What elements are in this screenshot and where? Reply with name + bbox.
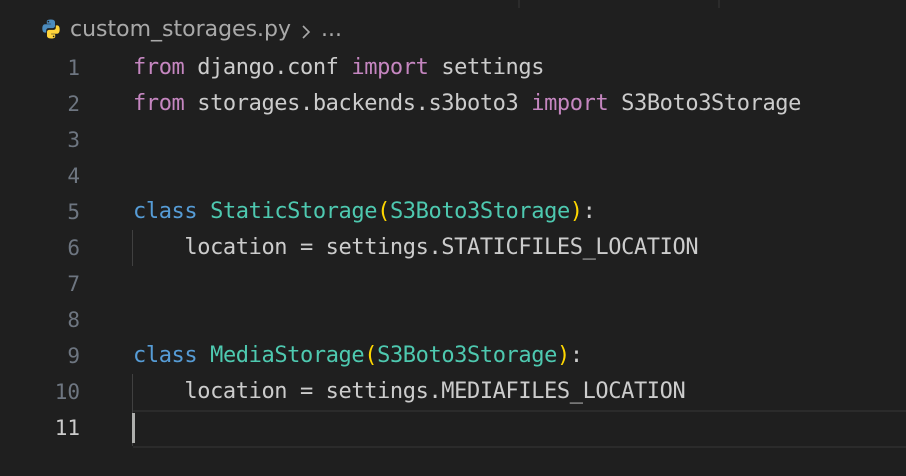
line-number: 2 <box>67 92 80 116</box>
code-editor[interactable]: custom_storages.py ... 1 from django.conf… <box>0 0 906 476</box>
code-token: ( <box>364 343 378 368</box>
code-token: StaticStorage <box>210 199 378 224</box>
code-token: S3Boto3Storage <box>389 199 570 224</box>
line-number: 5 <box>67 200 80 224</box>
code-lines[interactable]: 1 from django.conf import settings 2 from s… <box>0 50 906 448</box>
code-line[interactable]: 5 class StaticStorage(S3Boto3Storage): <box>0 194 906 230</box>
line-number: 9 <box>67 344 80 368</box>
code-line[interactable]: 8 <box>0 302 906 338</box>
code-token: : <box>569 343 583 368</box>
code-token: ) <box>556 343 570 368</box>
code-text[interactable]: from django.conf import settings <box>133 50 544 86</box>
code-token: import <box>531 91 609 116</box>
current-line-highlight <box>133 410 906 448</box>
code-token: from <box>133 91 185 116</box>
code-text[interactable]: from storages.backends.s3boto3 import S3… <box>133 86 801 122</box>
code-line[interactable]: 9 class MediaStorage(S3Boto3Storage): <box>0 338 906 374</box>
code-token: location = settings.MEDIAFILES_LOCATION <box>133 379 686 404</box>
chevron-right-icon <box>299 21 313 39</box>
code-token: : <box>582 199 596 224</box>
code-text[interactable]: location = settings.MEDIAFILES_LOCATION <box>133 374 685 410</box>
code-token: import <box>351 55 429 80</box>
code-line[interactable]: 7 <box>0 266 906 302</box>
line-number: 3 <box>67 128 80 152</box>
code-token: class <box>133 199 198 224</box>
breadcrumb-more[interactable]: ... <box>321 17 342 42</box>
line-number: 1 <box>67 56 80 80</box>
text-cursor <box>132 413 135 443</box>
code-token: django.conf <box>184 55 352 80</box>
code-text[interactable]: location = settings.STATICFILES_LOCATION <box>133 230 698 266</box>
python-icon <box>40 18 62 40</box>
code-token: S3Boto3Storage <box>608 91 801 116</box>
line-number: 8 <box>67 308 80 332</box>
code-line[interactable]: 4 <box>0 158 906 194</box>
code-token: S3Boto3Storage <box>377 343 557 368</box>
code-token: MediaStorage <box>210 343 365 368</box>
tab-divider <box>518 0 520 8</box>
code-text[interactable]: class MediaStorage(S3Boto3Storage): <box>133 338 583 374</box>
code-text[interactable]: class StaticStorage(S3Boto3Storage): <box>133 194 596 230</box>
code-line[interactable]: 10 location = settings.MEDIAFILES_LOCATI… <box>0 374 906 410</box>
breadcrumb: custom_storages.py ... <box>40 14 342 44</box>
code-line[interactable]: 11 <box>0 410 906 448</box>
tab-divider <box>718 0 720 8</box>
breadcrumb-file-name[interactable]: custom_storages.py <box>70 17 291 42</box>
line-number: 7 <box>67 272 80 296</box>
line-number: 11 <box>54 416 80 440</box>
code-token: class <box>133 343 198 368</box>
code-line[interactable]: 2 from storages.backends.s3boto3 import S… <box>0 86 906 122</box>
code-line[interactable]: 6 location = settings.STATICFILES_LOCATI… <box>0 230 906 266</box>
code-token: ) <box>569 199 583 224</box>
code-token: from <box>133 55 185 80</box>
line-number: 10 <box>54 380 80 404</box>
code-token: ( <box>377 199 390 224</box>
code-token: settings <box>428 55 545 80</box>
code-line[interactable]: 3 <box>0 122 906 158</box>
line-number: 6 <box>67 236 80 260</box>
code-token: location = settings.STATICFILES_LOCATION <box>133 235 699 260</box>
code-token: storages.backends.s3boto3 <box>184 91 532 116</box>
line-number: 4 <box>67 164 80 188</box>
code-line[interactable]: 1 from django.conf import settings <box>0 50 906 86</box>
